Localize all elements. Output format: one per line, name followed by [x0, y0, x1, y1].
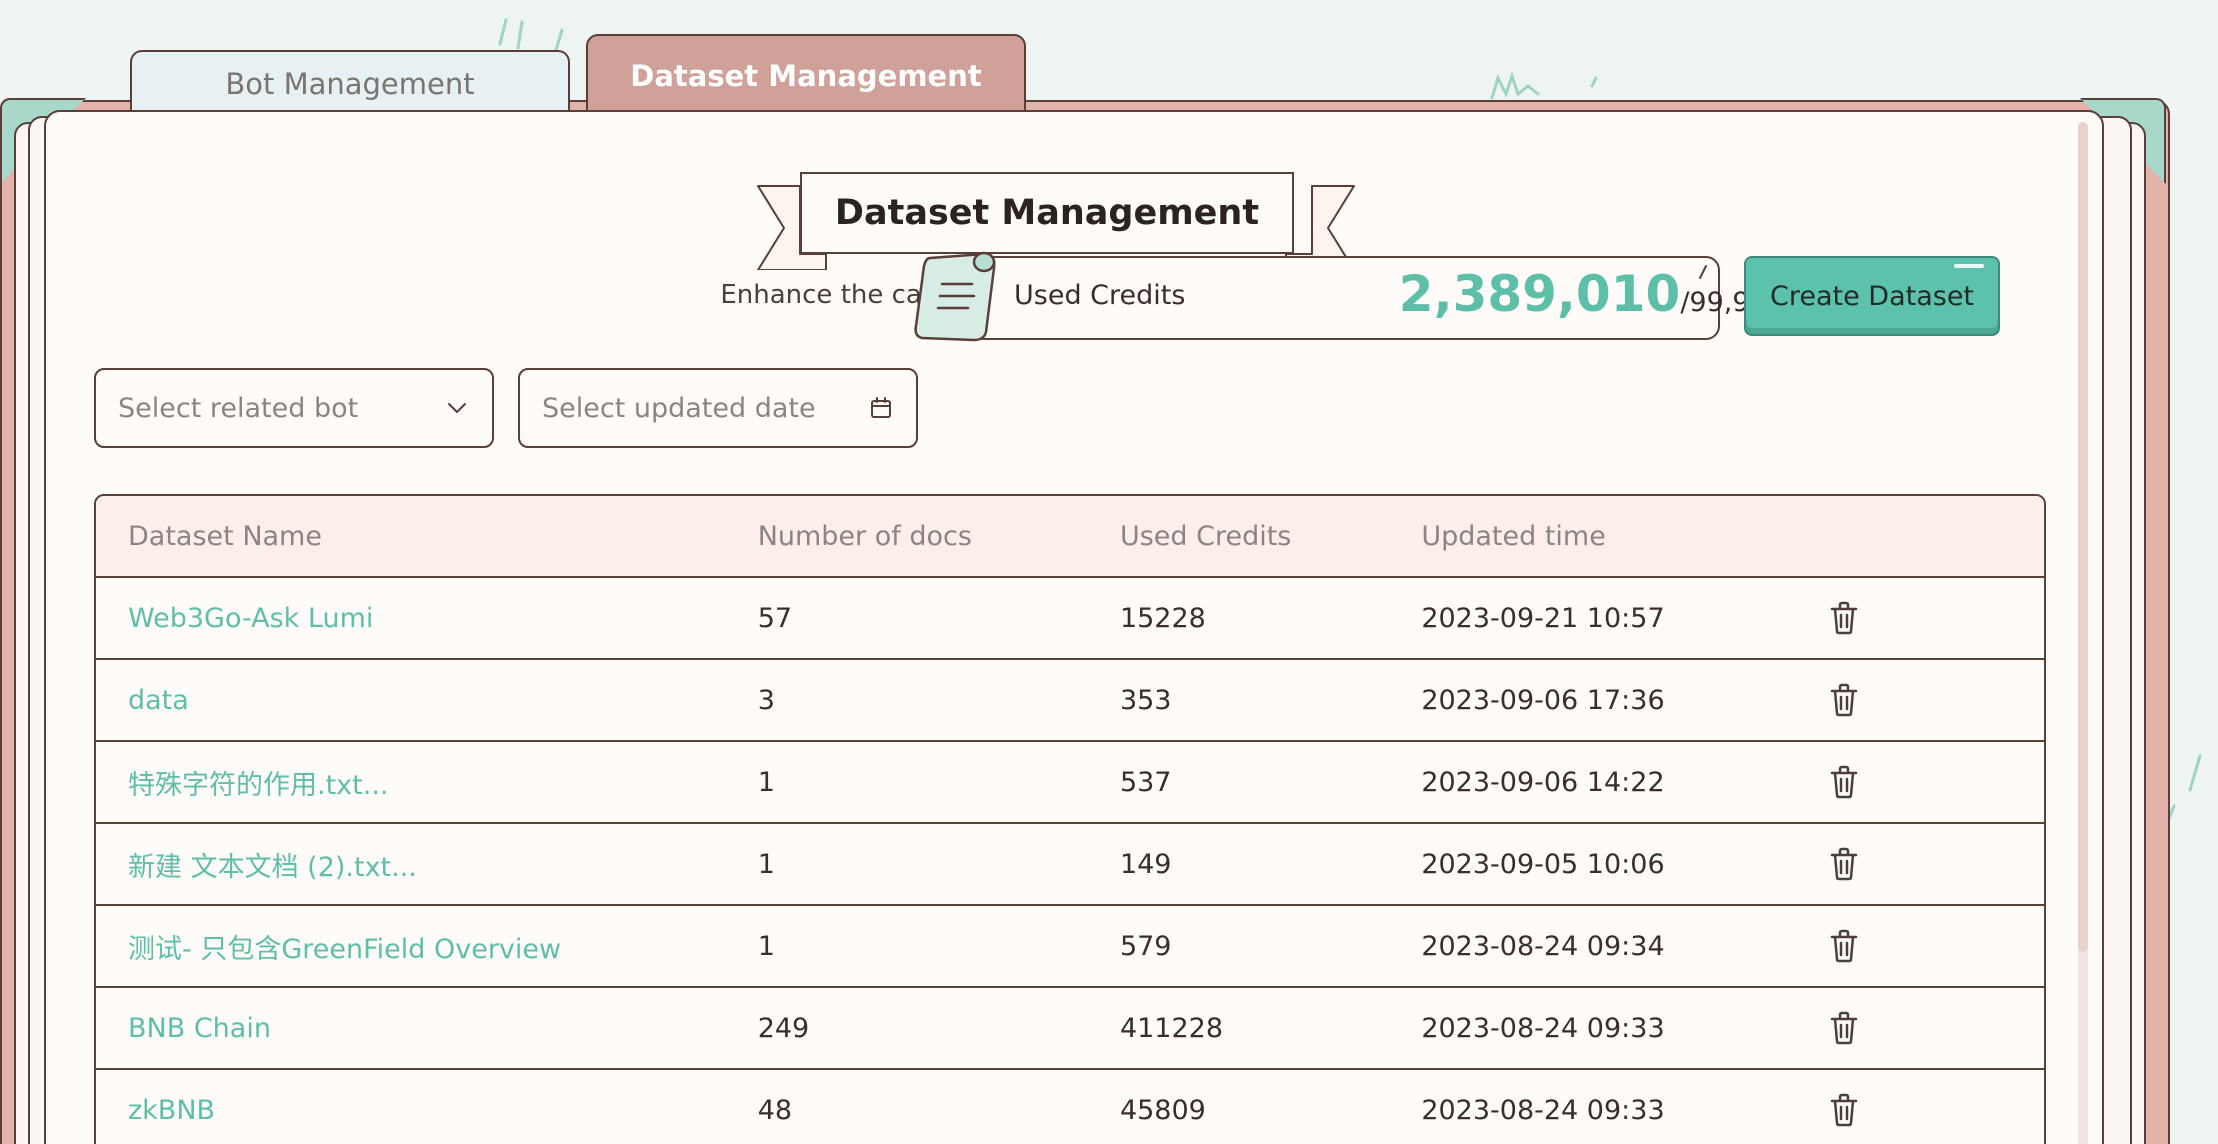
- updated-time: 2023-09-06 14:22: [1421, 766, 1665, 798]
- table-row[interactable]: 新建 文本文档 (2).txt... 1 149 2023-09-05 10:0…: [96, 822, 2044, 904]
- docs-count: 3: [757, 684, 775, 716]
- used-credits: 579: [1119, 930, 1172, 962]
- tab-label: Bot Management: [225, 67, 475, 101]
- dataset-name-link[interactable]: 测试- 只包含GreenField Overview: [96, 927, 758, 966]
- updated-date-placeholder: Select updated date: [542, 392, 816, 424]
- table-row[interactable]: 特殊字符的作用.txt... 1 537 2023-09-06 14:22: [96, 740, 2044, 822]
- used-credits: 15228: [1119, 602, 1206, 634]
- table-row[interactable]: zkBNB 48 45809 2023-08-24 09:33: [96, 1068, 2044, 1144]
- row-actions: [1828, 928, 2044, 964]
- calendar-icon: [868, 395, 894, 421]
- used-credits: 45809: [1119, 1094, 1206, 1126]
- page-title: Dataset Management: [800, 172, 1294, 254]
- row-actions: [1828, 600, 2044, 636]
- table-row[interactable]: data 3 353 2023-09-06 17:36: [96, 658, 2044, 740]
- updated-time: 2023-08-24 09:33: [1421, 1012, 1665, 1044]
- column-header-credits: Used Credits: [1119, 520, 1292, 552]
- trash-icon[interactable]: [1828, 928, 1860, 964]
- updated-time: 2023-08-24 09:33: [1421, 1094, 1665, 1126]
- row-actions: [1828, 764, 2044, 800]
- table-row[interactable]: BNB Chain 249 411228 2023-08-24 09:33: [96, 986, 2044, 1068]
- related-bot-select[interactable]: Select related bot: [94, 368, 494, 448]
- docs-count: 1: [757, 848, 775, 880]
- table-row[interactable]: 测试- 只包含GreenField Overview 1 579 2023-08…: [96, 904, 2044, 986]
- dataset-name-link[interactable]: 新建 文本文档 (2).txt...: [96, 845, 758, 884]
- tab-bot-management[interactable]: Bot Management: [130, 50, 570, 116]
- trash-icon[interactable]: [1828, 764, 1860, 800]
- datasets-table: Dataset Name Number of docs Used Credits…: [94, 494, 2046, 1144]
- row-actions: [1828, 1092, 2044, 1128]
- docs-count: 48: [757, 1094, 793, 1126]
- create-dataset-label: Create Dataset: [1769, 280, 1975, 312]
- dataset-name-link[interactable]: BNB Chain: [96, 1013, 758, 1044]
- trash-icon[interactable]: [1828, 600, 1860, 636]
- dataset-name-link[interactable]: 特殊字符的作用.txt...: [96, 763, 758, 802]
- updated-time: 2023-09-21 10:57: [1421, 602, 1665, 634]
- table-header: Dataset Name Number of docs Used Credits…: [96, 496, 2044, 576]
- updated-time: 2023-09-06 17:36: [1421, 684, 1665, 716]
- docs-count: 1: [757, 766, 775, 798]
- docs-count: 249: [757, 1012, 810, 1044]
- dataset-name-link[interactable]: Web3Go-Ask Lumi: [96, 603, 758, 634]
- trash-icon[interactable]: [1828, 1010, 1860, 1046]
- column-header-time: Updated time: [1421, 520, 1606, 552]
- row-actions: [1828, 846, 2044, 882]
- chevron-down-icon: [444, 395, 470, 421]
- trash-icon[interactable]: [1828, 682, 1860, 718]
- used-credits: 537: [1119, 766, 1172, 798]
- tab-dataset-management[interactable]: Dataset Management: [586, 34, 1026, 116]
- column-header-name: Dataset Name: [128, 520, 322, 552]
- trash-icon[interactable]: [1828, 1092, 1860, 1128]
- column-header-docs: Number of docs: [757, 520, 972, 552]
- row-actions: [1828, 682, 2044, 718]
- updated-time: 2023-08-24 09:34: [1421, 930, 1665, 962]
- dataset-name-link[interactable]: zkBNB: [96, 1095, 758, 1126]
- trash-icon[interactable]: [1828, 846, 1860, 882]
- used-credits-amount: 2,389,010: [1398, 265, 1681, 323]
- tab-label: Dataset Management: [630, 59, 982, 93]
- used-credits: 149: [1119, 848, 1172, 880]
- scroll-icon: [914, 251, 996, 342]
- updated-time: 2023-09-05 10:06: [1421, 848, 1665, 880]
- grass-doodle-icon: [1490, 71, 1598, 100]
- related-bot-placeholder: Select related bot: [118, 392, 359, 424]
- docs-count: 1: [757, 930, 775, 962]
- dataset-name-link[interactable]: data: [96, 685, 758, 716]
- used-credits: 411228: [1119, 1012, 1224, 1044]
- used-credits-label: Used Credits: [1014, 280, 1186, 311]
- used-credits: 353: [1119, 684, 1172, 716]
- row-actions: [1828, 1010, 2044, 1046]
- grass-doodle-icon: [498, 18, 564, 52]
- button-shine: [1954, 264, 1984, 268]
- docs-count: 57: [757, 602, 793, 634]
- updated-date-picker[interactable]: Select updated date: [518, 368, 918, 448]
- scrollbar-thumb[interactable]: [2078, 122, 2088, 952]
- table-row[interactable]: Web3Go-Ask Lumi 57 15228 2023-09-21 10:5…: [96, 576, 2044, 658]
- create-dataset-button[interactable]: Create Dataset: [1744, 256, 2000, 336]
